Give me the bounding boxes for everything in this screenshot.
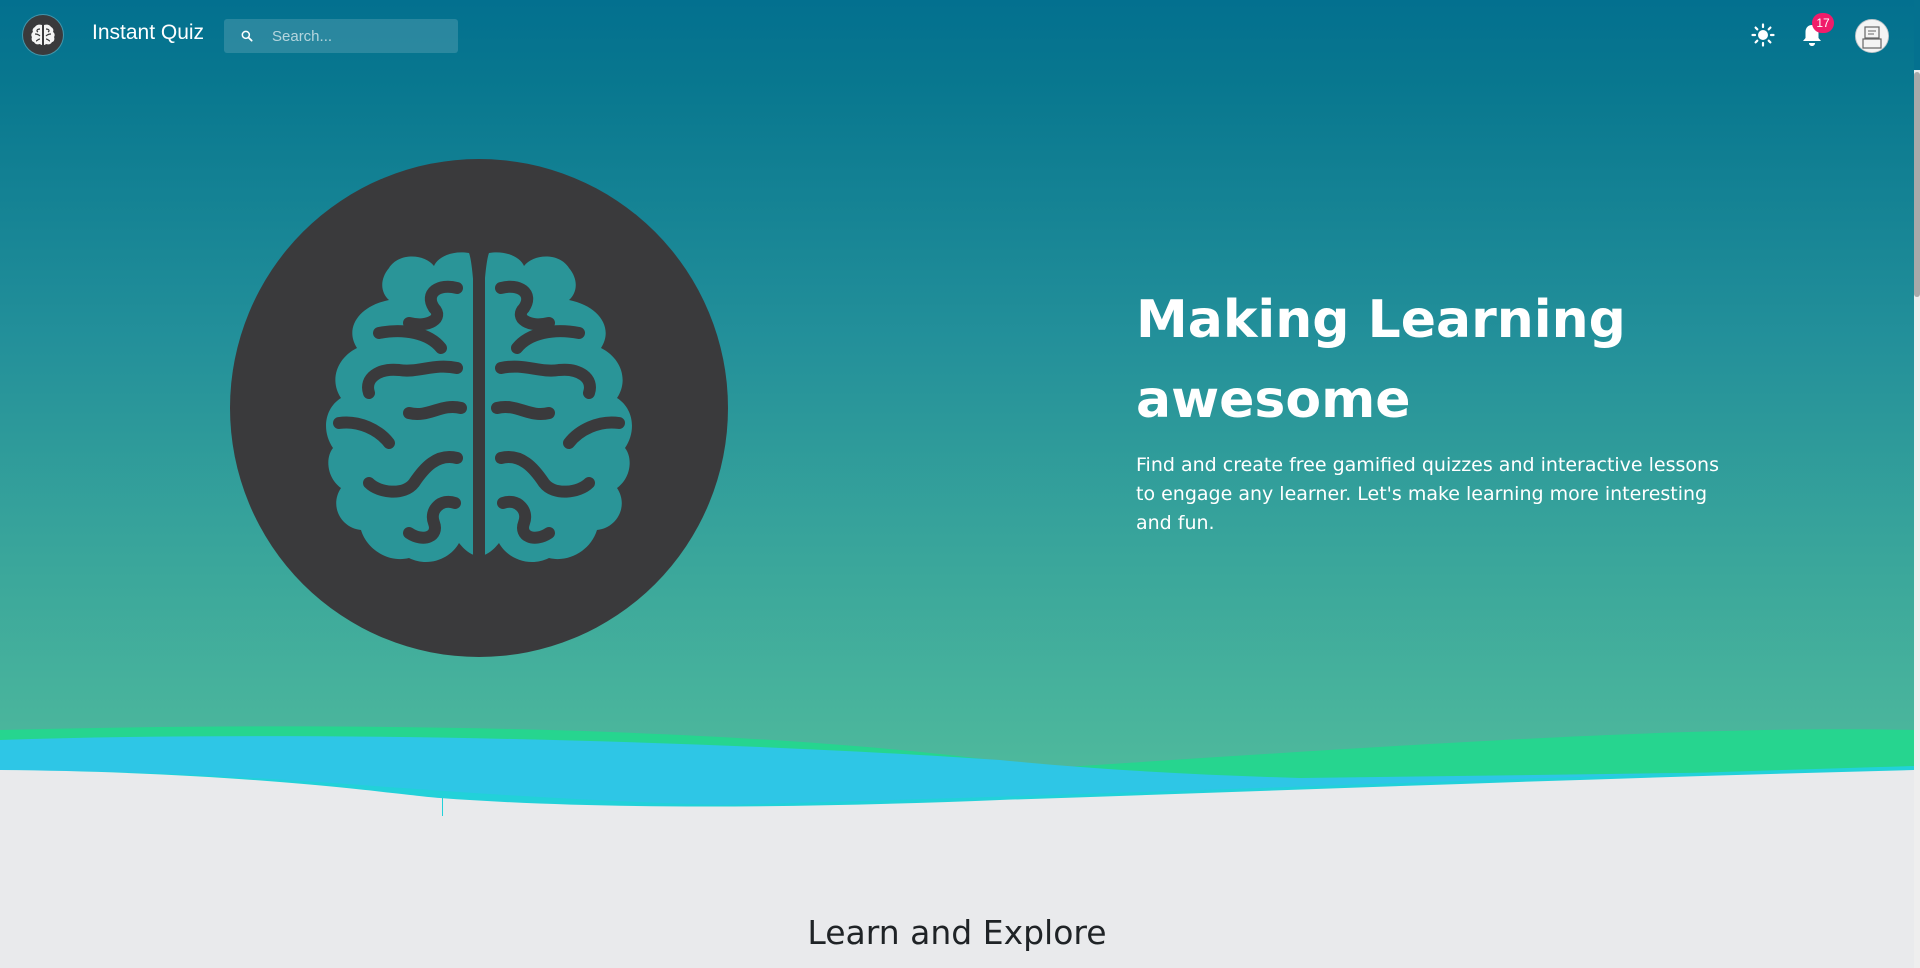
hero-title-line1: Making Learning — [1136, 290, 1626, 350]
user-avatar[interactable] — [1855, 19, 1889, 53]
app-logo[interactable] — [23, 15, 63, 55]
hero-section: Making Learning awesome Find and create … — [0, 0, 1914, 840]
brain-icon — [230, 159, 728, 657]
wave-divider — [0, 726, 1914, 840]
search-bar[interactable] — [224, 19, 458, 53]
hero-title-line2: awesome — [1136, 370, 1411, 430]
search-icon — [241, 30, 253, 42]
avatar-icon — [1856, 20, 1888, 52]
search-input[interactable] — [272, 19, 452, 53]
learn-explore-heading: Learn and Explore — [807, 913, 1107, 952]
scrollbar-thumb[interactable] — [1914, 72, 1920, 297]
hero-subtitle: Find and create free gamified quizzes an… — [1136, 454, 1719, 534]
theme-toggle-button[interactable] — [1746, 18, 1780, 52]
notification-count-badge: 17 — [1812, 13, 1834, 33]
page: Making Learning awesome Find and create … — [0, 0, 1920, 968]
app-title[interactable]: Instant Quiz — [92, 21, 204, 45]
hero-title: Making Learning awesome — [1136, 280, 1736, 440]
sun-icon — [1751, 23, 1775, 47]
top-app-bar: Instant Quiz Search... 17 — [0, 0, 1914, 70]
scrollbar-top — [1914, 0, 1920, 70]
brain-icon — [31, 24, 55, 45]
